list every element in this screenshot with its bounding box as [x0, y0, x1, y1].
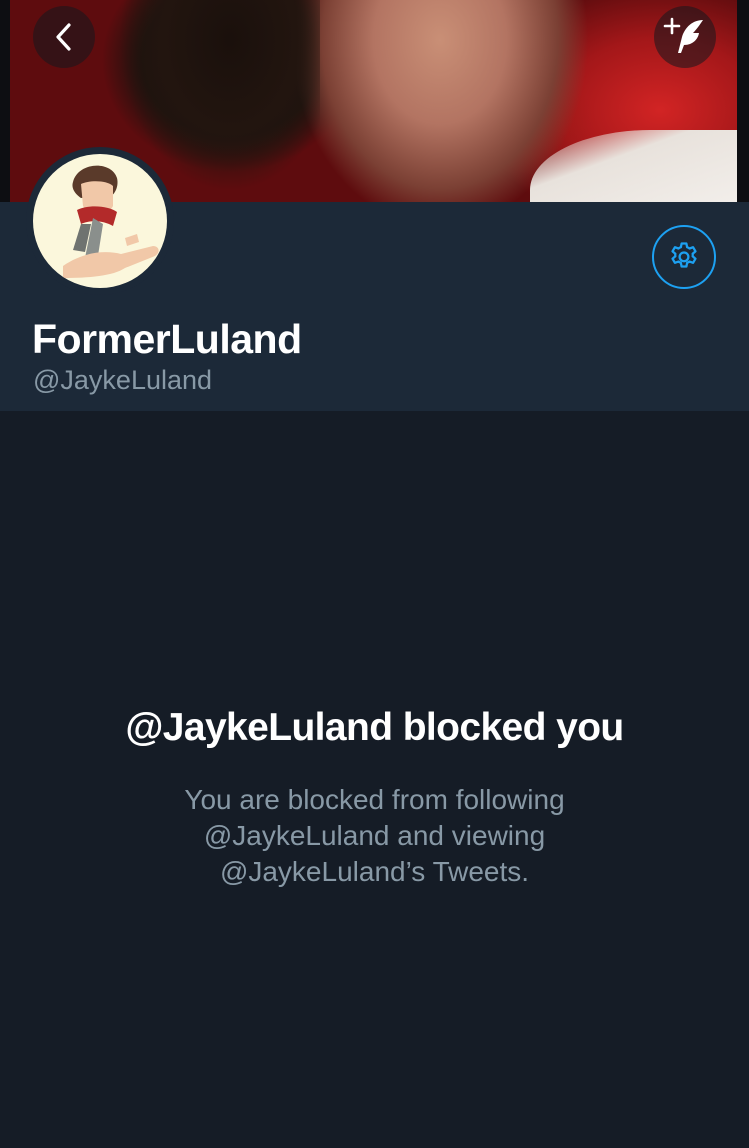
- blocked-message-line: @JaykeLuland and viewing: [203, 820, 546, 851]
- avatar[interactable]: [26, 147, 174, 295]
- blocked-message-line: You are blocked from following: [184, 784, 565, 815]
- gear-icon: [671, 242, 697, 268]
- chevron-left-icon: [56, 23, 71, 51]
- blocked-title: @JaykeLuland blocked you: [125, 706, 624, 749]
- profile-handle: @JaykeLuland: [33, 365, 213, 395]
- display-name: FormerLuland: [32, 316, 302, 362]
- compose-tweet-button[interactable]: [654, 6, 716, 68]
- back-button[interactable]: [33, 6, 95, 68]
- blocked-message-line: @JaykeLuland’s Tweets.: [219, 856, 530, 887]
- blocked-message: You are blocked from following @JaykeLul…: [100, 782, 649, 890]
- compose-tweet-icon: [663, 17, 703, 53]
- settings-button[interactable]: [652, 225, 716, 289]
- avatar-illustration: [63, 165, 159, 278]
